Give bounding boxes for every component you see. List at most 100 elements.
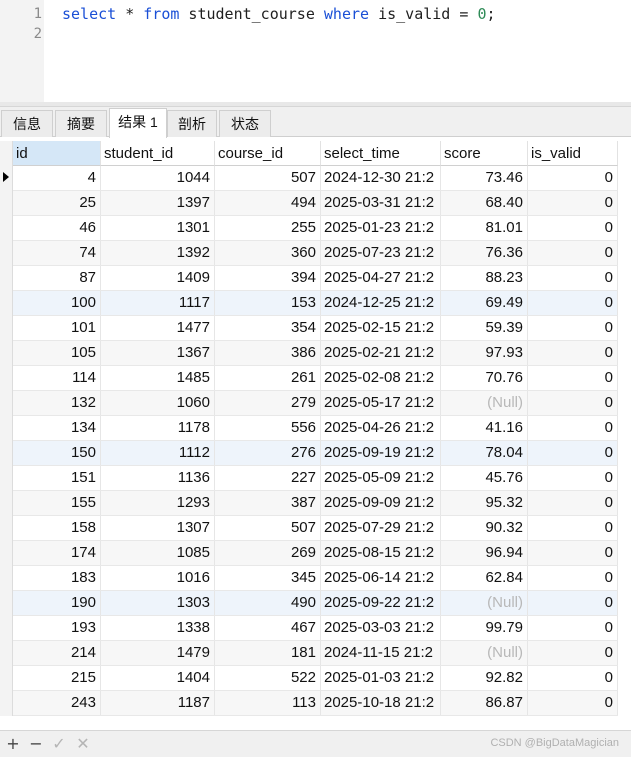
cell-is-valid[interactable]: 0 bbox=[528, 566, 618, 590]
cell-select-time[interactable]: 2025-07-29 21:2 bbox=[321, 516, 441, 540]
cell-course-id[interactable]: 276 bbox=[215, 441, 321, 465]
cell-course-id[interactable]: 279 bbox=[215, 391, 321, 415]
cell-id[interactable]: 151 bbox=[13, 466, 101, 490]
cell-id[interactable]: 155 bbox=[13, 491, 101, 515]
table-row[interactable]: 214 1479 181 2024-11-15 21:2 (Null) 0 bbox=[13, 641, 618, 666]
cell-student-id[interactable]: 1485 bbox=[101, 366, 215, 390]
cell-select-time[interactable]: 2025-01-23 21:2 bbox=[321, 216, 441, 240]
table-row[interactable]: 134 1178 556 2025-04-26 21:2 41.16 0 bbox=[13, 416, 618, 441]
cell-student-id[interactable]: 1338 bbox=[101, 616, 215, 640]
cell-is-valid[interactable]: 0 bbox=[528, 641, 618, 665]
cell-id[interactable]: 134 bbox=[13, 416, 101, 440]
cell-select-time[interactable]: 2025-02-21 21:2 bbox=[321, 341, 441, 365]
discard-changes-button[interactable]: ✕ bbox=[74, 734, 92, 754]
cell-select-time[interactable]: 2025-01-03 21:2 bbox=[321, 666, 441, 690]
cell-is-valid[interactable]: 0 bbox=[528, 416, 618, 440]
cell-score[interactable]: 41.16 bbox=[441, 416, 528, 440]
cell-is-valid[interactable]: 0 bbox=[528, 591, 618, 615]
cell-course-id[interactable]: 113 bbox=[215, 691, 321, 715]
cell-select-time[interactable]: 2025-10-18 21:2 bbox=[321, 691, 441, 715]
cell-course-id[interactable]: 360 bbox=[215, 241, 321, 265]
cell-score[interactable]: 92.82 bbox=[441, 666, 528, 690]
cell-select-time[interactable]: 2024-12-30 21:2 bbox=[321, 166, 441, 190]
table-row[interactable]: 183 1016 345 2025-06-14 21:2 62.84 0 bbox=[13, 566, 618, 591]
sql-query-line[interactable]: select * from student_course where is_va… bbox=[62, 4, 496, 24]
table-row[interactable]: 132 1060 279 2025-05-17 21:2 (Null) 0 bbox=[13, 391, 618, 416]
cell-score[interactable]: 96.94 bbox=[441, 541, 528, 565]
cell-student-id[interactable]: 1187 bbox=[101, 691, 215, 715]
table-row[interactable]: 151 1136 227 2025-05-09 21:2 45.76 0 bbox=[13, 466, 618, 491]
cell-is-valid[interactable]: 0 bbox=[528, 616, 618, 640]
table-row[interactable]: 100 1117 153 2024-12-25 21:2 69.49 0 bbox=[13, 291, 618, 316]
cell-course-id[interactable]: 181 bbox=[215, 641, 321, 665]
cell-course-id[interactable]: 386 bbox=[215, 341, 321, 365]
cell-id[interactable]: 158 bbox=[13, 516, 101, 540]
cell-score[interactable]: 76.36 bbox=[441, 241, 528, 265]
cell-is-valid[interactable]: 0 bbox=[528, 691, 618, 715]
cell-select-time[interactable]: 2024-12-25 21:2 bbox=[321, 291, 441, 315]
cell-student-id[interactable]: 1392 bbox=[101, 241, 215, 265]
cell-id[interactable]: 174 bbox=[13, 541, 101, 565]
cell-id[interactable]: 87 bbox=[13, 266, 101, 290]
cell-is-valid[interactable]: 0 bbox=[528, 541, 618, 565]
cell-score[interactable]: 59.39 bbox=[441, 316, 528, 340]
cell-student-id[interactable]: 1016 bbox=[101, 566, 215, 590]
cell-select-time[interactable]: 2025-09-19 21:2 bbox=[321, 441, 441, 465]
table-row[interactable]: 158 1307 507 2025-07-29 21:2 90.32 0 bbox=[13, 516, 618, 541]
cell-id[interactable]: 46 bbox=[13, 216, 101, 240]
cell-id[interactable]: 193 bbox=[13, 616, 101, 640]
cell-student-id[interactable]: 1060 bbox=[101, 391, 215, 415]
cell-student-id[interactable]: 1085 bbox=[101, 541, 215, 565]
cell-id[interactable]: 100 bbox=[13, 291, 101, 315]
cell-score[interactable]: 73.46 bbox=[441, 166, 528, 190]
cell-is-valid[interactable]: 0 bbox=[528, 216, 618, 240]
cell-is-valid[interactable]: 0 bbox=[528, 291, 618, 315]
cell-select-time[interactable]: 2025-09-09 21:2 bbox=[321, 491, 441, 515]
cell-student-id[interactable]: 1136 bbox=[101, 466, 215, 490]
table-row[interactable]: 155 1293 387 2025-09-09 21:2 95.32 0 bbox=[13, 491, 618, 516]
cell-is-valid[interactable]: 0 bbox=[528, 666, 618, 690]
cell-id[interactable]: 25 bbox=[13, 191, 101, 215]
tab-result-1[interactable]: 结果 1 bbox=[109, 108, 167, 138]
cell-course-id[interactable]: 522 bbox=[215, 666, 321, 690]
cell-id[interactable]: 74 bbox=[13, 241, 101, 265]
column-header-student-id[interactable]: student_id bbox=[101, 141, 215, 166]
cell-is-valid[interactable]: 0 bbox=[528, 516, 618, 540]
delete-record-button[interactable]: − bbox=[27, 734, 45, 754]
cell-is-valid[interactable]: 0 bbox=[528, 166, 618, 190]
cell-score[interactable]: (Null) bbox=[441, 391, 528, 415]
cell-select-time[interactable]: 2025-02-15 21:2 bbox=[321, 316, 441, 340]
cell-score[interactable]: 81.01 bbox=[441, 216, 528, 240]
cell-id[interactable]: 215 bbox=[13, 666, 101, 690]
cell-score[interactable]: 78.04 bbox=[441, 441, 528, 465]
cell-student-id[interactable]: 1303 bbox=[101, 591, 215, 615]
tab-summary[interactable]: 摘要 bbox=[55, 110, 107, 137]
cell-id[interactable]: 105 bbox=[13, 341, 101, 365]
cell-score[interactable]: (Null) bbox=[441, 641, 528, 665]
cell-course-id[interactable]: 507 bbox=[215, 166, 321, 190]
cell-student-id[interactable]: 1301 bbox=[101, 216, 215, 240]
cell-score[interactable]: (Null) bbox=[441, 591, 528, 615]
cell-student-id[interactable]: 1112 bbox=[101, 441, 215, 465]
cell-student-id[interactable]: 1479 bbox=[101, 641, 215, 665]
cell-score[interactable]: 90.32 bbox=[441, 516, 528, 540]
cell-select-time[interactable]: 2025-07-23 21:2 bbox=[321, 241, 441, 265]
cell-select-time[interactable]: 2025-05-09 21:2 bbox=[321, 466, 441, 490]
cell-is-valid[interactable]: 0 bbox=[528, 441, 618, 465]
tab-info[interactable]: 信息 bbox=[1, 110, 53, 137]
cell-score[interactable]: 86.87 bbox=[441, 691, 528, 715]
cell-student-id[interactable]: 1307 bbox=[101, 516, 215, 540]
cell-is-valid[interactable]: 0 bbox=[528, 491, 618, 515]
cell-score[interactable]: 88.23 bbox=[441, 266, 528, 290]
cell-id[interactable]: 190 bbox=[13, 591, 101, 615]
cell-id[interactable]: 114 bbox=[13, 366, 101, 390]
cell-id[interactable]: 150 bbox=[13, 441, 101, 465]
column-header-score[interactable]: score bbox=[441, 141, 528, 166]
cell-course-id[interactable]: 153 bbox=[215, 291, 321, 315]
apply-changes-button[interactable]: ✓ bbox=[50, 734, 68, 754]
table-row[interactable]: 87 1409 394 2025-04-27 21:2 88.23 0 bbox=[13, 266, 618, 291]
cell-id[interactable]: 101 bbox=[13, 316, 101, 340]
cell-select-time[interactable]: 2025-02-08 21:2 bbox=[321, 366, 441, 390]
cell-id[interactable]: 214 bbox=[13, 641, 101, 665]
table-row[interactable]: 105 1367 386 2025-02-21 21:2 97.93 0 bbox=[13, 341, 618, 366]
